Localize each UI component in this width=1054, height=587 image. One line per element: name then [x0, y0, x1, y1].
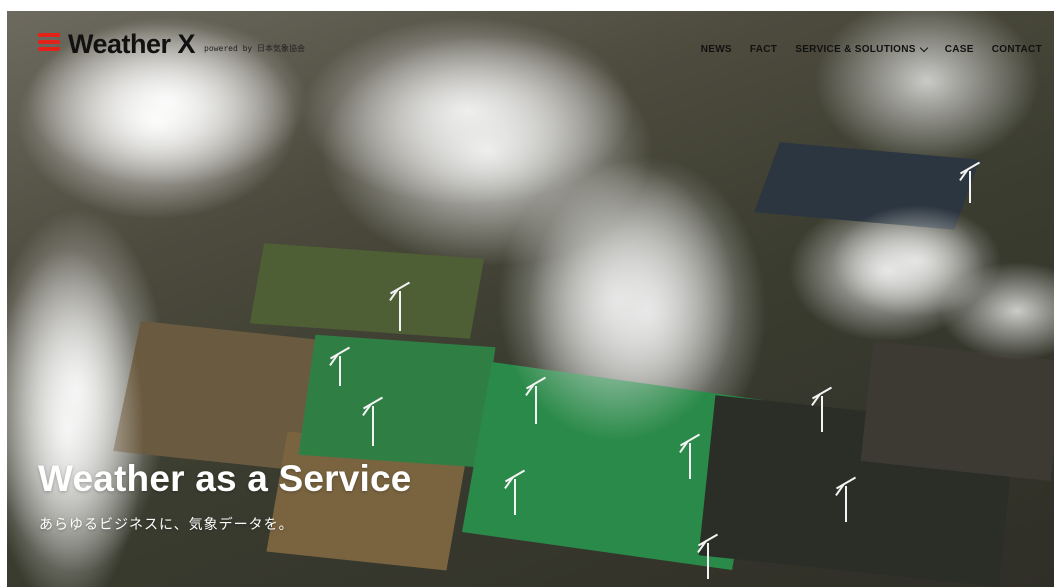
- wind-turbine: [707, 543, 709, 579]
- hero-section: Weather X powered by 日本気象協会 NEWS FACT SE…: [7, 11, 1054, 587]
- site-header: Weather X powered by 日本気象協会 NEWS FACT SE…: [7, 11, 1054, 81]
- nav-item-label: NEWS: [700, 44, 732, 55]
- wind-turbine: [372, 406, 374, 446]
- wind-turbine: [514, 479, 516, 515]
- nav-item-service-solutions[interactable]: SERVICE & SOLUTIONS: [795, 43, 929, 55]
- wind-turbine: [399, 291, 401, 331]
- wind-turbine: [821, 396, 823, 432]
- brand-logo[interactable]: Weather X powered by 日本気象協会: [37, 29, 306, 59]
- main-nav: NEWS FACT SERVICE & SOLUTIONS CASE CONTA…: [701, 43, 1042, 55]
- wind-turbine: [969, 171, 971, 203]
- nav-item-news[interactable]: NEWS: [701, 44, 732, 55]
- nav-item-case[interactable]: CASE: [945, 44, 974, 55]
- nav-item-label: CASE: [944, 44, 974, 55]
- logo-mark-icon: [37, 33, 61, 53]
- nav-item-label: SERVICE & SOLUTIONS: [795, 44, 916, 55]
- wind-turbine: [339, 356, 341, 386]
- chevron-down-icon: [919, 43, 929, 53]
- hero-title: Weather as a Service: [38, 458, 412, 499]
- nav-item-label: CONTACT: [991, 44, 1042, 55]
- nav-item-fact[interactable]: FACT: [750, 44, 777, 55]
- wind-turbine: [689, 443, 691, 479]
- brand-name: Weather X: [68, 29, 196, 59]
- cloud-overlay: [7, 11, 1054, 587]
- nav-item-label: FACT: [749, 44, 778, 55]
- brand-tagline: powered by 日本気象協会: [204, 44, 306, 53]
- nav-item-contact[interactable]: CONTACT: [992, 44, 1042, 55]
- wind-turbine: [535, 386, 537, 424]
- hero-subtitle: あらゆるビジネスに、気象データを。: [39, 517, 294, 533]
- wind-turbine: [845, 486, 847, 522]
